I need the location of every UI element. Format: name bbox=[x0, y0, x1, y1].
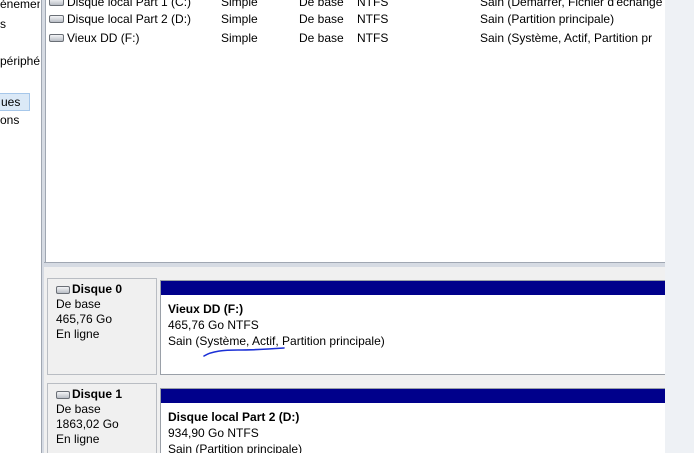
disk-name: Disque 0 bbox=[72, 282, 123, 296]
volume-status: Sain (Démarrer, Fichier d'échange bbox=[480, 0, 663, 9]
disk-graphical-view: Disque 0 De base 465,76 Go En ligne Vieu… bbox=[44, 267, 665, 453]
volume-layout: Simple bbox=[221, 12, 258, 26]
nav-item-disk-management[interactable]: ues bbox=[0, 93, 30, 111]
partition-color-bar bbox=[161, 281, 665, 295]
nav-item-device-manager[interactable]: périphé bbox=[0, 53, 40, 69]
volume-type: De base bbox=[299, 0, 344, 9]
partition-color-bar bbox=[161, 389, 665, 403]
disk-block: Disque 1 De base 1863,02 Go En ligne Dis… bbox=[47, 383, 665, 453]
right-margin bbox=[665, 0, 694, 453]
partition-status: Sain (Partition principale) bbox=[168, 442, 303, 453]
volume-filesystem: NTFS bbox=[357, 31, 389, 45]
handwritten-underline-annotation bbox=[203, 347, 285, 357]
disk-state: En ligne bbox=[56, 327, 100, 341]
partition-title: Vieux DD (F:) bbox=[168, 302, 244, 316]
volume-status: Sain (Système, Actif, Partition pr bbox=[480, 31, 653, 45]
nav-item-shared-folders[interactable]: s bbox=[0, 16, 6, 32]
volume-name: Disque local Part 2 (D:) bbox=[67, 12, 192, 26]
volume-filesystem: NTFS bbox=[357, 12, 389, 26]
volume-row[interactable]: Disque local Part 1 (C:) Simple De base … bbox=[46, 0, 665, 11]
navigation-pane: énement s périphé ues ons bbox=[0, 0, 40, 453]
volume-type: De base bbox=[299, 31, 344, 45]
volume-layout: Simple bbox=[221, 0, 258, 9]
volume-list: Disque local Part 1 (C:) Simple De base … bbox=[46, 0, 665, 262]
disk-state: En ligne bbox=[56, 432, 100, 446]
disk-type: De base bbox=[56, 402, 101, 416]
disk-icon bbox=[56, 390, 70, 399]
volume-icon bbox=[49, 0, 64, 6]
volume-icon bbox=[49, 15, 64, 23]
volume-row[interactable]: Disque local Part 2 (D:) Simple De base … bbox=[46, 11, 665, 28]
partition-block[interactable]: Disque local Part 2 (D:) 934,90 Go NTFS … bbox=[160, 388, 665, 453]
disk-size: 1863,02 Go bbox=[56, 417, 119, 431]
volume-status: Sain (Partition principale) bbox=[480, 12, 615, 26]
volume-layout: Simple bbox=[221, 31, 258, 45]
disk-name: Disque 1 bbox=[72, 387, 123, 401]
volume-row[interactable]: Vieux DD (F:) Simple De base NTFS Sain (… bbox=[46, 30, 665, 47]
disk-label-panel[interactable]: Disque 0 De base 465,76 Go En ligne bbox=[47, 278, 157, 375]
nav-item-services[interactable]: ons bbox=[0, 112, 19, 128]
nav-item-event-viewer[interactable]: énement bbox=[0, 0, 40, 12]
volume-icon bbox=[49, 34, 64, 42]
partition-block[interactable]: Vieux DD (F:) 465,76 Go NTFS Sain (Systè… bbox=[160, 280, 665, 375]
partition-detail: 934,90 Go NTFS bbox=[168, 426, 259, 440]
disk-label-panel[interactable]: Disque 1 De base 1863,02 Go En ligne bbox=[47, 383, 157, 453]
disk-size: 465,76 Go bbox=[56, 312, 113, 326]
volume-name: Vieux DD (F:) bbox=[67, 31, 140, 45]
disk-block: Disque 0 De base 465,76 Go En ligne Vieu… bbox=[47, 278, 665, 378]
volume-name: Disque local Part 1 (C:) bbox=[67, 0, 192, 9]
disk-icon bbox=[56, 285, 70, 294]
disk-type: De base bbox=[56, 297, 101, 311]
disk-name-row: Disque 0 bbox=[56, 282, 156, 297]
partition-title: Disque local Part 2 (D:) bbox=[168, 410, 300, 424]
volume-type: De base bbox=[299, 12, 344, 26]
partition-detail: 465,76 Go NTFS bbox=[168, 318, 259, 332]
disk-name-row: Disque 1 bbox=[56, 387, 156, 402]
volume-filesystem: NTFS bbox=[357, 0, 389, 9]
